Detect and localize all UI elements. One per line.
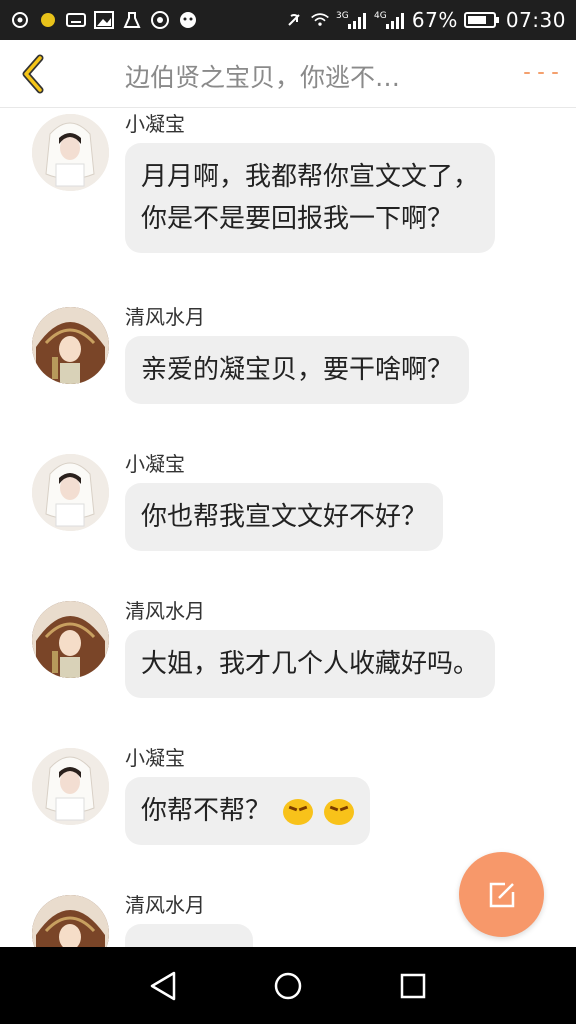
mute-icon [284,11,304,29]
avatar-girl-white-icon [32,454,109,531]
message-bubble[interactable]: 你帮不帮？ [125,777,370,845]
chevron-left-icon [22,54,44,94]
sender-name: 清风水月 [125,599,205,623]
back-triangle-icon [150,971,175,1000]
signal-3g-icon: 3G [336,11,368,29]
status-icons-right: 3G 4G 67% 07:30 [284,8,566,32]
battery-icon [463,11,500,29]
message-text: 你帮不帮？ [141,796,272,826]
message-bubble[interactable]: 亲爱的凝宝贝，要干啥啊？ [125,336,470,404]
avatar-girl-brown-icon [32,307,109,384]
more-options-button[interactable] [524,66,558,80]
message-list[interactable]: 小凝宝 月月啊，我都帮你宣文文了， 你是不是要回报我一下啊？ 清风水月 亲爱的凝… [0,108,576,947]
avatar-girl-white-icon [32,748,109,825]
angry-emoji-icon [283,798,314,825]
avatar[interactable] [32,114,109,191]
avatar[interactable] [32,601,109,678]
network-4g-text: 4G [374,11,387,21]
nav-home-button[interactable] [268,966,308,1006]
avatar-girl-brown-icon [32,895,109,947]
nav-recents-button[interactable] [393,966,433,1006]
message-text: 你也帮我宣文文好不好？ [141,502,428,532]
sender-name: 清风水月 [125,305,205,329]
sender-name: 小凝宝 [125,746,185,770]
chat-screen: 3G 4G 67% 07:30 边伯贤之宝贝，你逃不… 小凝宝 月月啊，我都帮你… [0,0,576,1024]
avatar[interactable] [32,307,109,384]
message-text: 月月啊，我都帮你宣文文了， [141,162,480,192]
recents-square-icon [401,973,426,998]
avatar-girl-white-icon [32,114,109,191]
back-button[interactable] [12,52,52,96]
keyboard-icon [66,11,86,29]
message-bubble[interactable]: 月月啊，我都帮你宣文文了， 你是不是要回报我一下啊？ [125,143,496,253]
dot-icon [538,72,544,74]
cleaner-icon [122,11,142,29]
message-text: 亲爱的凝宝贝，要干啥啊？ [141,355,454,385]
dot-icon [524,72,530,74]
network-3g-text: 3G [336,11,349,21]
avatar-girl-brown-icon [32,601,109,678]
sender-name: 小凝宝 [125,112,185,136]
message-text: 大姐，我才几个人收藏好吗。 [141,649,480,679]
message-bubble[interactable]: 你也帮我宣文文好不好？ [125,483,444,551]
dot-icon [552,72,558,74]
notification-icon [38,11,58,29]
edit-icon [489,882,514,907]
angry-emoji-icon [323,798,354,825]
chat-header: 边伯贤之宝贝，你逃不… [0,40,576,108]
signal-4g-icon: 4G [374,11,406,29]
status-icons-left [10,11,198,29]
avatar[interactable] [32,895,109,947]
sender-name: 清风水月 [125,893,205,917]
gallery-icon [94,11,114,29]
battery-percent: 67% [411,8,458,32]
avatar[interactable] [32,454,109,531]
clock: 07:30 [505,8,566,32]
message-bubble[interactable]: 大姐，我才几个人收藏好吗。 [125,630,496,698]
app-icon [150,11,170,29]
nav-back-button[interactable] [143,966,183,1006]
message-bubble[interactable] [125,924,253,947]
avatar[interactable] [32,748,109,825]
system-nav-bar [0,947,576,1024]
message-text: 你是不是要回报我一下啊？ [141,204,454,234]
home-circle-icon [274,972,302,999]
location-icon [10,11,30,29]
sender-name: 小凝宝 [125,452,185,476]
chat-title: 边伯贤之宝贝，你逃不… [125,63,401,92]
status-bar: 3G 4G 67% 07:30 [0,0,576,40]
assistant-icon [178,11,198,29]
compose-button[interactable] [459,852,544,937]
wifi-icon [310,11,330,29]
